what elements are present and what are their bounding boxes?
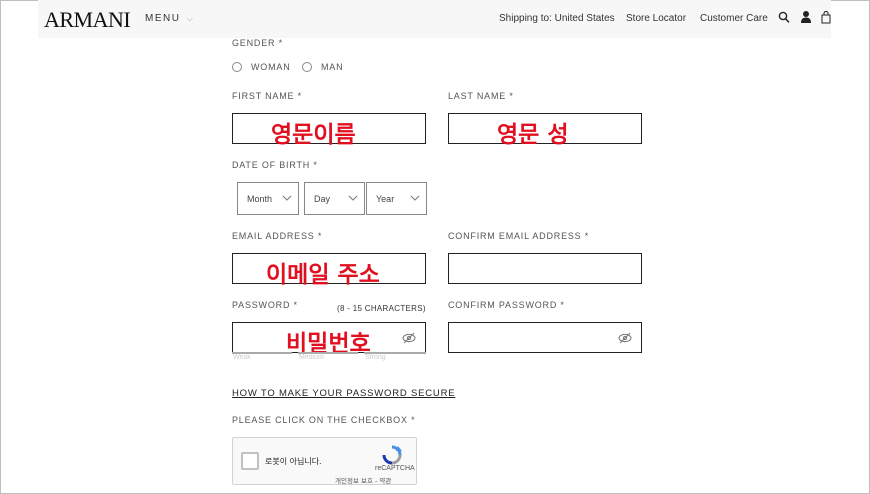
search-icon[interactable] bbox=[778, 10, 790, 24]
dob-day-value: Day bbox=[314, 194, 331, 204]
email-input[interactable]: 이메일 주소 bbox=[232, 253, 426, 288]
armani-logo[interactable]: ARMANI bbox=[44, 7, 131, 33]
gender-man-label: MAN bbox=[321, 62, 344, 72]
menu-button[interactable]: MENU ⌵ bbox=[145, 13, 194, 24]
password-input[interactable]: 비밀번호 bbox=[232, 322, 426, 357]
gender-man-option[interactable]: MAN bbox=[302, 62, 343, 72]
menu-label: MENU bbox=[145, 13, 181, 24]
email-value: 이메일 주소 bbox=[266, 262, 380, 288]
confirm-email-label: CONFIRM EMAIL ADDRESS * bbox=[448, 231, 590, 241]
recaptcha-brand: reCAPTCHA bbox=[375, 465, 415, 472]
chevron-down-icon bbox=[348, 195, 358, 201]
password-secure-link[interactable]: HOW TO MAKE YOUR PASSWORD SECURE bbox=[232, 388, 455, 399]
recaptcha-logo-icon bbox=[382, 445, 402, 465]
page-frame bbox=[0, 0, 870, 494]
last-name-value: 영문 성 bbox=[497, 122, 569, 148]
site-header: ARMANI MENU ⌵ Shipping to: United States… bbox=[38, 0, 831, 38]
email-label: EMAIL ADDRESS * bbox=[232, 231, 323, 241]
chevron-down-icon: ⌵ bbox=[186, 14, 195, 23]
dob-day-select[interactable]: Day bbox=[304, 182, 365, 215]
dob-year-select[interactable]: Year bbox=[366, 182, 427, 215]
first-name-label: FIRST NAME * bbox=[232, 91, 302, 101]
confirm-email-input[interactable] bbox=[448, 253, 642, 284]
dob-month-value: Month bbox=[247, 194, 273, 204]
account-icon[interactable] bbox=[800, 10, 812, 24]
customer-care-link[interactable]: Customer Care bbox=[700, 13, 768, 24]
dob-month-select[interactable]: Month bbox=[237, 182, 299, 215]
dob-label: DATE OF BIRTH * bbox=[232, 160, 318, 170]
gender-woman-option[interactable]: WOMAN bbox=[232, 62, 291, 72]
shipping-link[interactable]: Shipping to: United States bbox=[499, 13, 615, 24]
radio-man[interactable] bbox=[302, 62, 312, 72]
eye-slash-icon[interactable] bbox=[402, 332, 416, 344]
store-locator-link[interactable]: Store Locator bbox=[626, 13, 686, 24]
shopping-bag-icon[interactable] bbox=[820, 10, 832, 24]
gender-woman-label: WOMAN bbox=[251, 62, 291, 72]
chevron-down-icon bbox=[410, 195, 420, 201]
last-name-input[interactable]: 영문 성 bbox=[448, 113, 642, 148]
chevron-down-icon bbox=[282, 195, 292, 201]
gender-label: GENDER * bbox=[232, 38, 283, 48]
strength-strong-label: Strong bbox=[365, 354, 386, 361]
radio-woman[interactable] bbox=[232, 62, 242, 72]
recaptcha-checkbox[interactable] bbox=[241, 452, 259, 470]
first-name-input[interactable]: 영문이름 bbox=[232, 113, 426, 148]
confirm-password-input[interactable] bbox=[448, 322, 642, 353]
last-name-label: LAST NAME * bbox=[448, 91, 514, 101]
confirm-password-label: CONFIRM PASSWORD * bbox=[448, 300, 565, 310]
recaptcha-text: 로봇이 아닙니다. bbox=[265, 457, 322, 466]
strength-weak-label: Weak bbox=[233, 354, 251, 361]
dob-year-value: Year bbox=[376, 194, 395, 204]
strength-medium-label: Medium bbox=[299, 354, 324, 361]
checkbox-label: PLEASE CLICK ON THE CHECKBOX * bbox=[232, 415, 416, 425]
first-name-value: 영문이름 bbox=[271, 122, 356, 148]
recaptcha-privacy-terms[interactable]: 개인정보 보호 - 약관 bbox=[335, 475, 391, 485]
password-hint: (8 - 15 CHARACTERS) bbox=[337, 304, 426, 313]
password-label: PASSWORD * bbox=[232, 300, 298, 310]
recaptcha-widget: 로봇이 아닙니다. reCAPTCHA 개인정보 보호 - 약관 bbox=[232, 437, 417, 485]
eye-slash-icon[interactable] bbox=[618, 332, 632, 344]
